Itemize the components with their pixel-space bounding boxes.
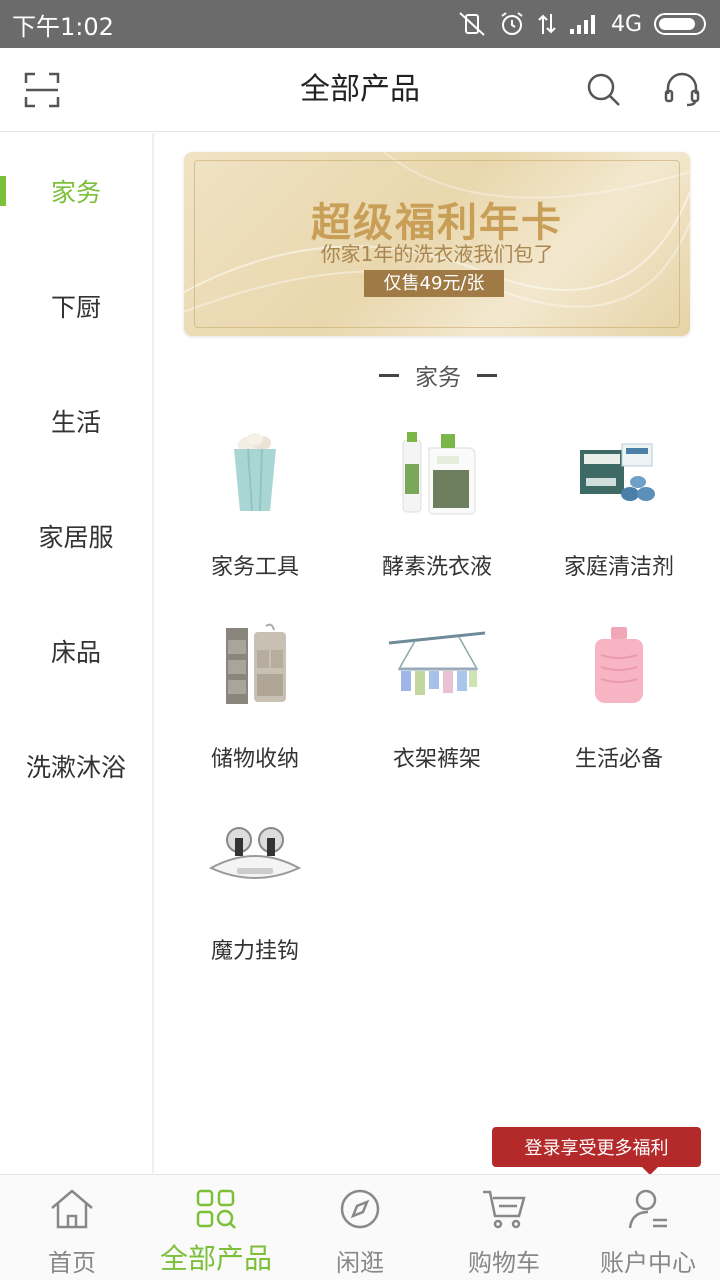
section-dash-left xyxy=(379,373,399,377)
sidebar-item-homewear[interactable]: 家居服 xyxy=(0,478,152,593)
tab-label: 闲逛 xyxy=(336,1249,384,1277)
status-icons: 4G xyxy=(457,11,706,37)
section-title: 家务 xyxy=(415,365,461,391)
customer-service-button[interactable] xyxy=(660,68,704,112)
product-label: 家务工具 xyxy=(210,555,299,580)
tooltip-text: 登录享受更多福利 xyxy=(524,1138,669,1159)
product-label: 衣架裤架 xyxy=(392,747,481,772)
data-arrows-icon xyxy=(538,14,556,34)
sidebar-item-label: 家居服 xyxy=(38,522,114,552)
cleaner-box-icon xyxy=(564,423,674,523)
tab-cart[interactable]: 购物车 xyxy=(432,1175,576,1280)
tab-label: 购物车 xyxy=(468,1249,540,1277)
scan-button[interactable] xyxy=(20,68,64,112)
sidebar-item-kitchen[interactable]: 下厨 xyxy=(0,248,152,363)
product-label: 家庭清洁剂 xyxy=(563,555,674,580)
sidebar-item-label: 下厨 xyxy=(50,292,101,322)
hot-water-bottle-icon xyxy=(564,615,674,715)
product-grid: 家务工具 酵素洗衣液 家庭清洁剂 储物收纳 衣架裤架 生活必备 魔力挂钩 xyxy=(164,423,710,999)
product-label: 魔力挂钩 xyxy=(210,939,299,964)
tab-account[interactable]: 账户中心 xyxy=(576,1175,720,1280)
tab-label: 全部产品 xyxy=(159,1242,272,1275)
app-screen: 下午1:02 4G 全部产品 家务 下厨 生活 家居服 床品 洗漱沐浴 超级福利… xyxy=(0,0,720,1280)
app-header: 全部产品 xyxy=(0,48,720,132)
tab-browse[interactable]: 闲逛 xyxy=(288,1175,432,1280)
sidebar-item-label: 床品 xyxy=(50,637,101,667)
battery-icon xyxy=(654,13,706,35)
product-housework-tools[interactable]: 家务工具 xyxy=(164,423,346,615)
promo-banner[interactable]: 超级福利年卡 你家1年的洗衣液我们包了 仅售49元/张 xyxy=(184,152,690,336)
alarm-icon xyxy=(501,12,523,35)
hanging-organizer-icon xyxy=(200,615,310,715)
banner-price-tag: 仅售49元/张 xyxy=(364,270,504,297)
tab-label: 首页 xyxy=(48,1249,96,1277)
network-type: 4G xyxy=(610,11,642,37)
product-magic-hooks[interactable]: 魔力挂钩 xyxy=(164,807,346,999)
sidebar-item-bedding[interactable]: 床品 xyxy=(0,593,152,708)
suction-hook-icon xyxy=(200,807,310,907)
scan-icon xyxy=(24,72,60,108)
tab-home[interactable]: 首页 xyxy=(0,1175,144,1280)
paper-bin-icon xyxy=(200,423,310,523)
sidebar-item-housework[interactable]: 家务 xyxy=(0,133,152,248)
sidebar-item-label: 生活 xyxy=(50,407,101,437)
product-daily-essentials[interactable]: 生活必备 xyxy=(528,615,710,807)
product-label: 储物收纳 xyxy=(210,747,299,772)
detergent-icon xyxy=(382,423,492,523)
compass-icon xyxy=(340,1189,380,1229)
headset-icon xyxy=(664,72,700,107)
category-content: 超级福利年卡 你家1年的洗衣液我们包了 仅售49元/张 家务 家务工具 酵素洗衣… xyxy=(156,133,720,1173)
status-bar: 下午1:02 4G xyxy=(0,0,720,48)
sidebar-item-label: 洗漱沐浴 xyxy=(25,752,126,782)
vibrate-off-icon xyxy=(459,12,485,36)
home-icon xyxy=(51,1189,93,1229)
login-promo-tooltip[interactable]: 登录享受更多福利 xyxy=(492,1127,701,1175)
section-header: 家务 xyxy=(156,357,720,393)
search-button[interactable] xyxy=(582,68,626,112)
sidebar-item-bath[interactable]: 洗漱沐浴 xyxy=(0,708,152,823)
product-label: 生活必备 xyxy=(574,747,663,772)
tab-label: 账户中心 xyxy=(600,1249,696,1277)
product-home-cleaner[interactable]: 家庭清洁剂 xyxy=(528,423,710,615)
user-icon xyxy=(628,1189,667,1229)
bottom-tab-bar: 首页 全部产品 闲逛 购物车 账户中心 xyxy=(0,1174,720,1280)
tab-all-products[interactable]: 全部产品 xyxy=(144,1175,288,1280)
status-time: 下午1:02 xyxy=(12,12,114,41)
product-hangers[interactable]: 衣架裤架 xyxy=(346,615,528,807)
search-icon xyxy=(587,73,620,106)
section-dash-right xyxy=(477,373,497,377)
cart-icon xyxy=(483,1190,526,1229)
product-enzyme-detergent[interactable]: 酵素洗衣液 xyxy=(346,423,528,615)
drying-rack-icon xyxy=(382,615,492,715)
signal-icon xyxy=(569,15,595,34)
product-label: 酵素洗衣液 xyxy=(381,555,492,580)
grid-search-icon xyxy=(196,1189,236,1229)
category-sidebar: 家务 下厨 生活 家居服 床品 洗漱沐浴 xyxy=(0,133,154,1173)
sidebar-item-life[interactable]: 生活 xyxy=(0,363,152,478)
sidebar-item-label: 家务 xyxy=(50,177,101,207)
banner-subtitle: 你家1年的洗衣液我们包了 xyxy=(320,242,554,266)
product-storage[interactable]: 储物收纳 xyxy=(164,615,346,807)
